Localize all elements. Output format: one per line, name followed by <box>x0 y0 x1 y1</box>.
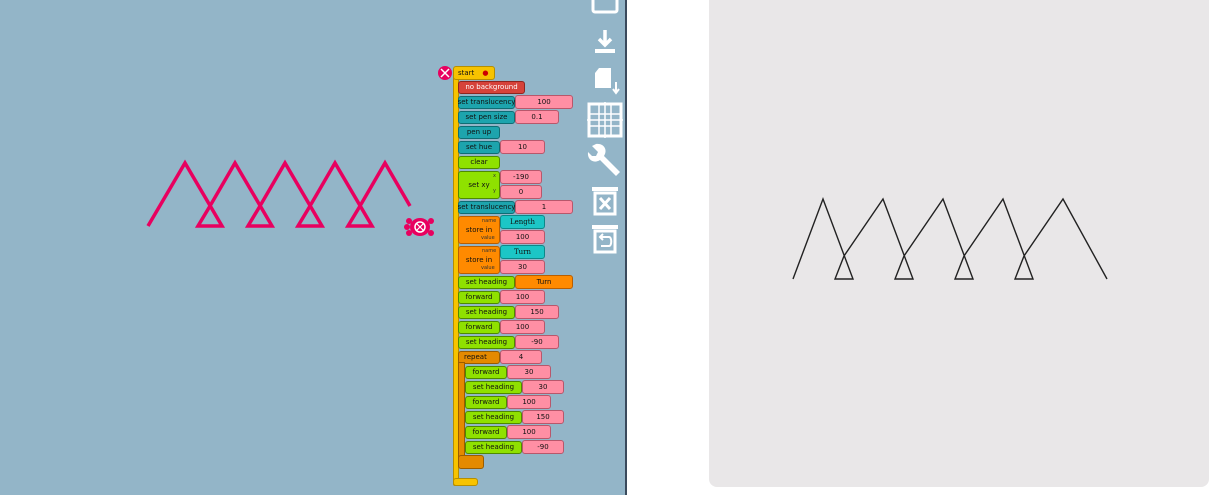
settings-wrench-icon[interactable] <box>586 142 624 180</box>
set-translucency-block[interactable]: set translucency <box>458 96 515 109</box>
store-in-2-value[interactable]: 30 <box>500 260 545 274</box>
inner-set-heading-3-value[interactable]: -90 <box>522 440 564 454</box>
repeat-value[interactable]: 4 <box>500 350 542 364</box>
set-hue-block[interactable]: set hue <box>458 141 500 154</box>
set-heading-150-value[interactable]: 150 <box>515 305 559 319</box>
set-translucency-value[interactable]: 100 <box>515 95 573 109</box>
set-pen-size-block[interactable]: set pen size <box>458 111 515 124</box>
inner-forward-2-value[interactable]: 100 <box>507 395 551 409</box>
start-block[interactable]: start ● <box>453 66 495 80</box>
set-translucency-block-2[interactable]: set translucency <box>458 201 515 214</box>
save-icon[interactable] <box>592 28 618 56</box>
set-pen-size-value[interactable]: 0.1 <box>515 110 559 124</box>
repeat-block-arm <box>458 362 465 461</box>
preview-drawing <box>792 197 1108 280</box>
store-in-2-value-label: value <box>481 265 495 271</box>
inner-forward-block-3[interactable]: forward <box>465 426 507 439</box>
grid-icon[interactable] <box>587 102 623 138</box>
inner-forward-3-value[interactable]: 100 <box>507 425 551 439</box>
set-hue-value[interactable]: 10 <box>500 140 545 154</box>
set-xy-x-label: x <box>493 173 496 179</box>
set-heading-turn-value[interactable]: Turn <box>515 275 573 289</box>
inner-set-heading-block-1[interactable]: set heading <box>465 381 522 394</box>
set-heading-block-150[interactable]: set heading <box>458 306 515 319</box>
store-in-1-name[interactable]: Length <box>500 215 545 229</box>
set-xy-y-value[interactable]: 0 <box>500 185 542 199</box>
preview-pane <box>627 0 1209 495</box>
no-background-block[interactable]: no background <box>458 81 525 94</box>
set-xy-x-value[interactable]: -190 <box>500 170 542 184</box>
set-translucency-2-value[interactable]: 1 <box>515 200 573 214</box>
set-heading-turn-block[interactable]: set heading <box>458 276 515 289</box>
save-as-icon[interactable] <box>592 66 622 98</box>
inner-set-heading-1-value[interactable]: 30 <box>522 380 564 394</box>
store-in-2-name[interactable]: Turn <box>500 245 545 259</box>
inner-set-heading-2-value[interactable]: 150 <box>522 410 564 424</box>
restore-trash-icon[interactable] <box>590 222 620 254</box>
forward-1-value[interactable]: 100 <box>500 290 545 304</box>
set-heading-block-m90[interactable]: set heading <box>458 336 515 349</box>
forward-2-value[interactable]: 100 <box>500 320 545 334</box>
inner-forward-block-1[interactable]: forward <box>465 366 507 379</box>
clear-delete-icon[interactable] <box>590 184 620 216</box>
pen-up-block[interactable]: pen up <box>458 126 500 139</box>
start-turtle-icon <box>438 66 452 80</box>
inner-set-heading-block-3[interactable]: set heading <box>465 441 522 454</box>
pen-path <box>146 159 412 228</box>
set-xy-y-label: y <box>493 188 496 194</box>
run-icon[interactable] <box>590 0 620 16</box>
forward-block-1[interactable]: forward <box>458 291 500 304</box>
start-block-foot <box>453 478 478 486</box>
inner-forward-block-2[interactable]: forward <box>465 396 507 409</box>
store-in-1-name-label: name <box>482 218 497 224</box>
inner-set-heading-block-2[interactable]: set heading <box>465 411 522 424</box>
inner-forward-1-value[interactable]: 30 <box>507 365 551 379</box>
turtle-icon[interactable] <box>404 218 434 236</box>
forward-block-2[interactable]: forward <box>458 321 500 334</box>
clear-block[interactable]: clear <box>458 156 500 169</box>
preview-card <box>709 0 1209 487</box>
turtle-canvas[interactable]: start ● no background set translucency 1… <box>0 0 626 495</box>
set-heading-m90-value[interactable]: -90 <box>515 335 559 349</box>
preview-path <box>792 197 1108 280</box>
start-block-lock-icon: ● <box>482 68 489 77</box>
repeat-block-foot <box>458 455 484 469</box>
store-in-1-value-label: value <box>481 235 495 241</box>
store-in-1-value[interactable]: 100 <box>500 230 545 244</box>
store-in-2-name-label: name <box>482 248 497 254</box>
